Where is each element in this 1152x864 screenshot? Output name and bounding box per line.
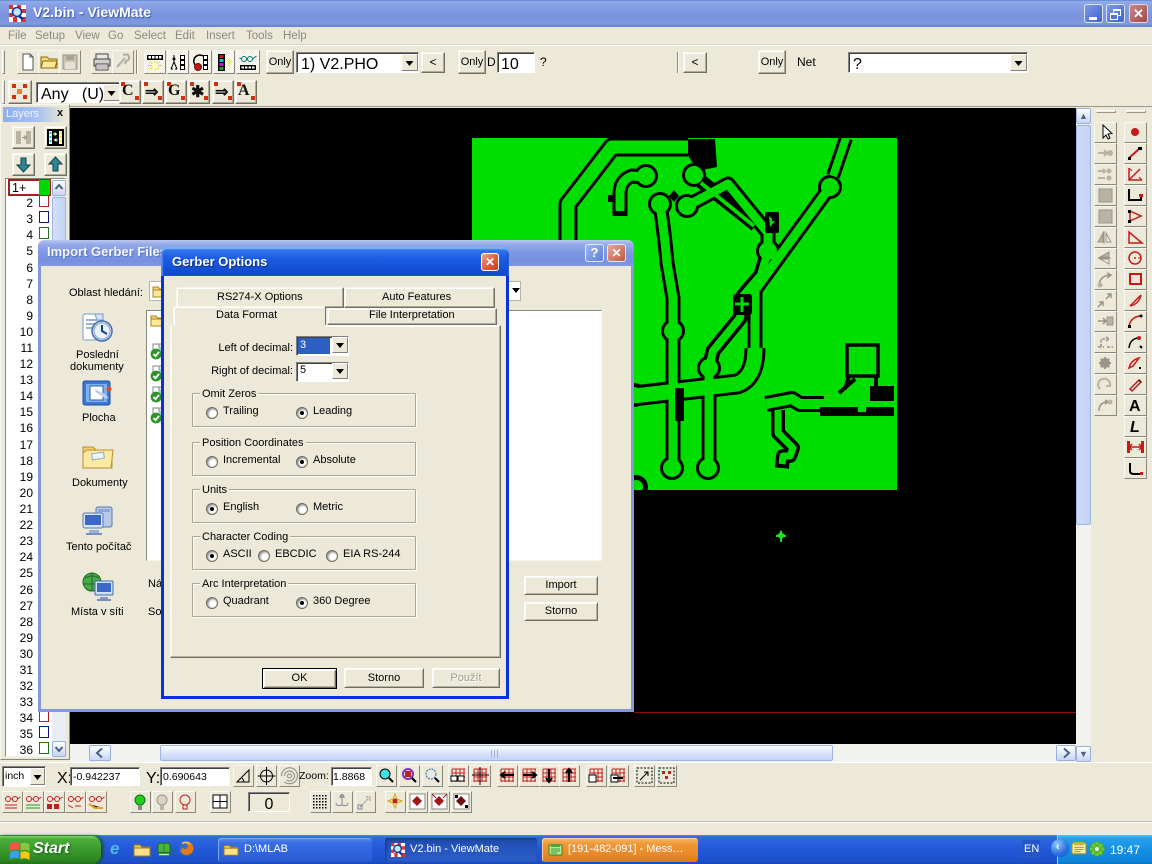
svg-text:L: L (1130, 419, 1140, 436)
svg-text:A: A (1129, 398, 1141, 415)
